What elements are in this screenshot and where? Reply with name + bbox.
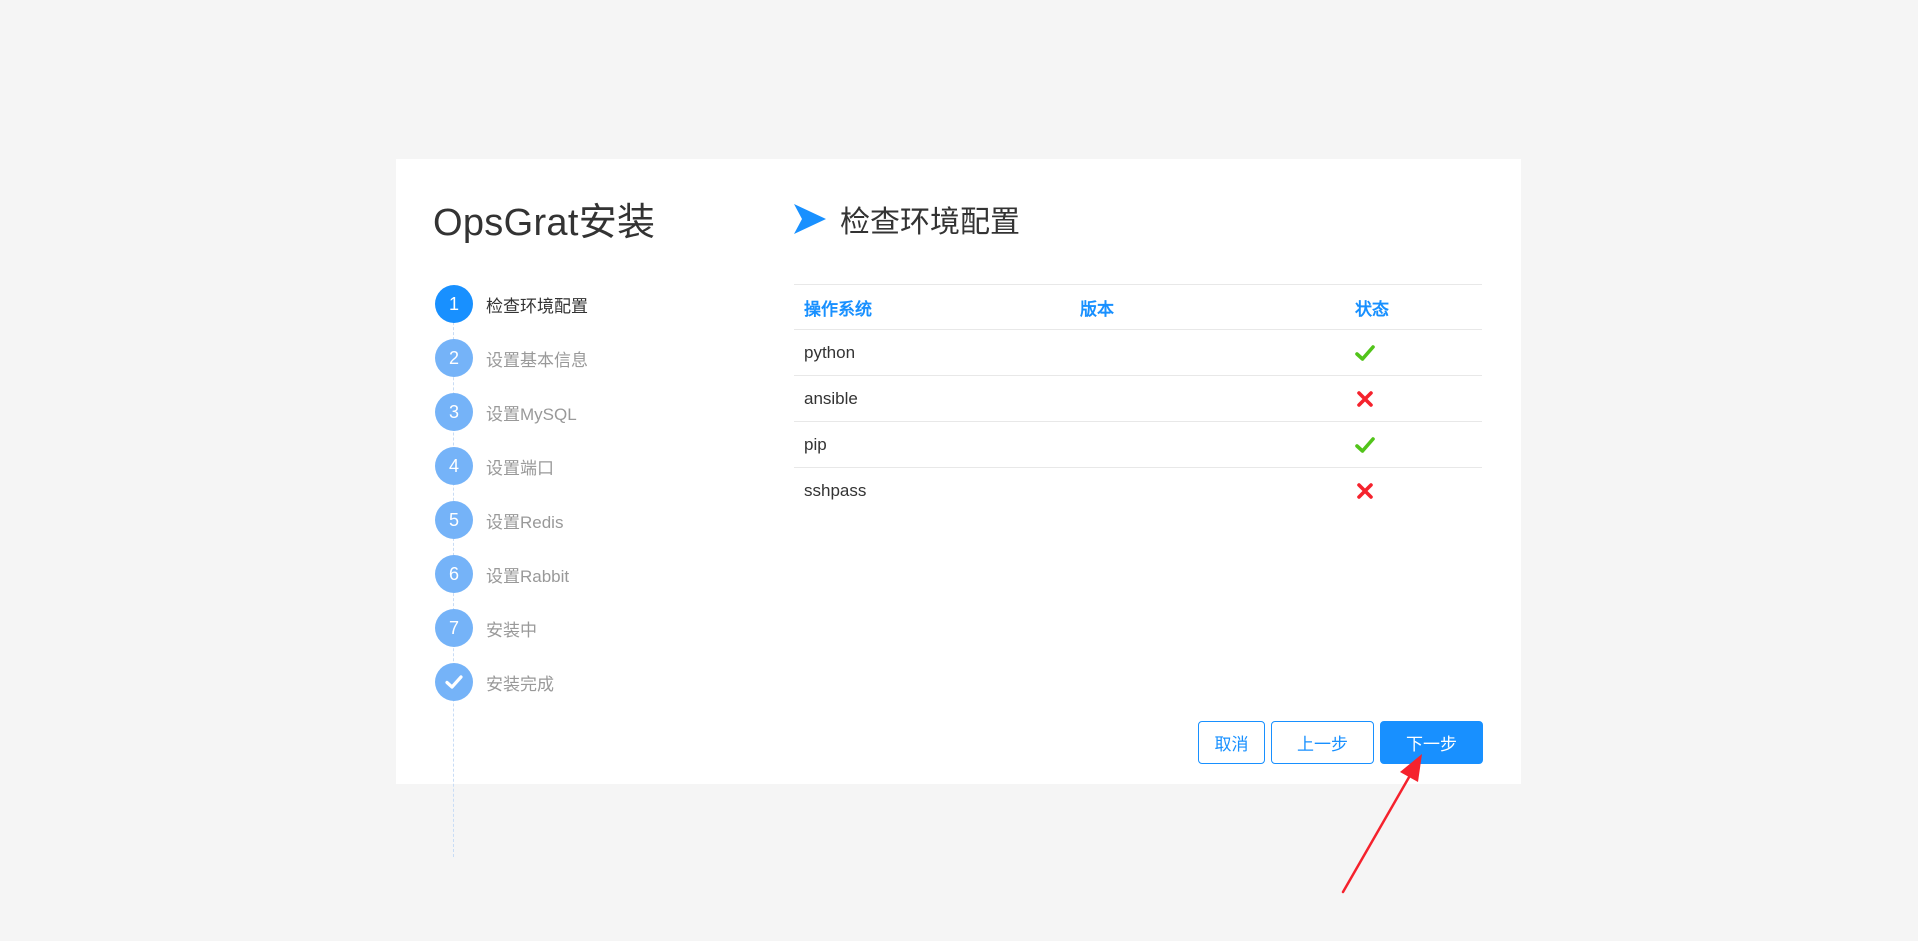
row-name: ansible [794, 375, 1070, 422]
row-name: python [794, 329, 1070, 376]
row-name: sshpass [804, 480, 867, 500]
check-icon [1355, 436, 1375, 453]
step-label: 安装完成 [486, 674, 554, 694]
step-6[interactable]: 6 设置Rabbit [435, 547, 695, 601]
header-os: 操作系统 [794, 284, 1070, 330]
check-icon [1355, 344, 1375, 361]
step-label: 设置MySQL [486, 404, 577, 424]
table-row: pip [794, 421, 1482, 468]
row-version [1070, 468, 1345, 514]
step-1[interactable]: 1 检查环境配置 [435, 277, 695, 331]
step-number: 1 [435, 285, 473, 323]
step-label: 检查环境配置 [486, 296, 588, 316]
row-status [1345, 329, 1482, 376]
steps-list: 1 检查环境配置 2 设置基本信息 3 设置MySQL 4 设置端口 5 设置R… [435, 277, 695, 709]
row-status [1345, 468, 1482, 514]
row-version [1070, 375, 1345, 422]
step-complete[interactable]: 安装完成 [435, 655, 695, 709]
table-row: sshpass [794, 468, 1482, 514]
check-icon [445, 675, 463, 689]
cross-icon [1357, 390, 1373, 407]
cancel-button[interactable]: 取消 [1198, 721, 1265, 764]
row-version [1070, 329, 1345, 376]
row-status [1345, 375, 1482, 422]
step-number: 2 [435, 339, 473, 377]
step-2[interactable]: 2 设置基本信息 [435, 331, 695, 385]
step-label: 设置基本信息 [486, 350, 588, 370]
step-number: 7 [435, 609, 473, 647]
step-label: 设置Rabbit [486, 566, 570, 586]
environment-table: 操作系统 版本 状态 python ansible pip sshpass [794, 284, 1482, 514]
header-version: 版本 [1070, 284, 1345, 330]
step-label: 设置Redis [486, 512, 564, 532]
annotation-arrow-icon [1341, 754, 1422, 894]
section-title: 检查环境配置 [840, 206, 1020, 239]
step-4[interactable]: 4 设置端口 [435, 439, 695, 493]
table-row: ansible [794, 375, 1482, 422]
app-title: OpsGrat安装 [433, 202, 656, 244]
step-7[interactable]: 7 安装中 [435, 601, 695, 655]
row-status [1345, 421, 1482, 468]
step-number: 5 [435, 501, 473, 539]
step-label: 安装中 [486, 620, 537, 640]
step-label: 设置端口 [486, 458, 554, 478]
step-5[interactable]: 5 设置Redis [435, 493, 695, 547]
row-name: pip [794, 421, 1070, 468]
step-check [435, 663, 473, 701]
step-number: 6 [435, 555, 473, 593]
cross-icon [1357, 483, 1373, 499]
table-header-row: 操作系统 版本 状态 [794, 284, 1482, 330]
table-row: python [794, 329, 1482, 376]
row-version [1070, 421, 1345, 468]
section-header: 检查环境配置 [794, 197, 1020, 241]
step-number: 4 [435, 447, 473, 485]
step-3[interactable]: 3 设置MySQL [435, 385, 695, 439]
step-number: 3 [435, 393, 473, 431]
chevron-arrow-icon [794, 204, 826, 234]
header-status: 状态 [1345, 284, 1482, 330]
installer-card: OpsGrat安装 1 检查环境配置 2 设置基本信息 3 设置MySQL 4 … [396, 159, 1521, 857]
